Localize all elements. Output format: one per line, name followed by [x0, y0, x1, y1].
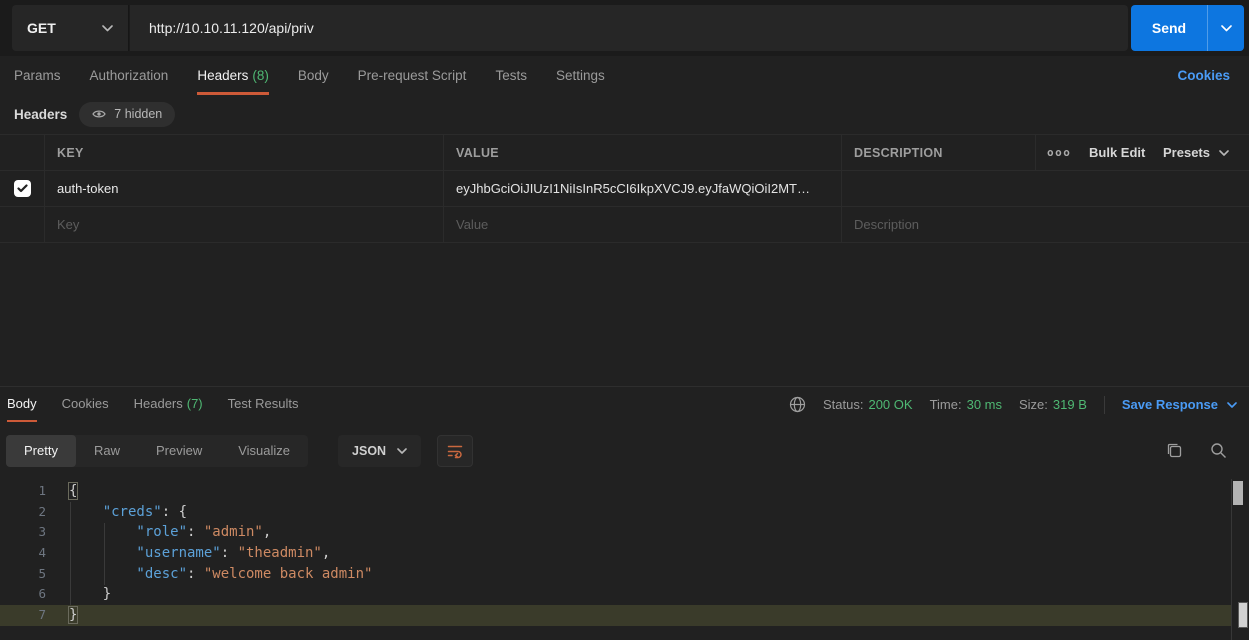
view-mode-pretty[interactable]: Pretty [6, 435, 76, 467]
response-tab-cookies[interactable]: Cookies [62, 387, 109, 422]
header-description-field[interactable] [841, 171, 1249, 206]
scrollbar-track [1231, 479, 1232, 640]
line-number: 7 [0, 605, 46, 626]
more-options-icon[interactable]: ooo [1047, 146, 1071, 159]
search-icon [1210, 442, 1227, 459]
size-badge: Size:319 B [1019, 397, 1087, 412]
line-number: 2 [0, 502, 46, 523]
copy-button[interactable] [1166, 442, 1183, 459]
line-number: 5 [0, 564, 46, 585]
globe-icon [789, 396, 806, 413]
select-column-header [0, 135, 44, 170]
url-input[interactable]: http://10.10.11.120/api/priv [130, 5, 1128, 51]
table-row: auth-token eyJhbGciOiJIUzI1NiIsInR5cCI6I… [0, 171, 1249, 207]
tab-authorization[interactable]: Authorization [90, 59, 169, 95]
headers-section-title: Headers [14, 107, 67, 122]
table-row-empty: Key Value Description [0, 207, 1249, 243]
response-body-editor[interactable]: 1{ 2"creds": { 3"role": "admin", 4"usern… [0, 479, 1249, 640]
code-line: 3"role": "admin", [0, 522, 1231, 543]
column-header-key: KEY [44, 135, 443, 170]
code-line: 4"username": "theadmin", [0, 543, 1231, 564]
response-tab-test-results[interactable]: Test Results [228, 387, 299, 422]
request-bar: GET http://10.10.11.120/api/priv Send [0, 0, 1249, 56]
chevron-down-icon [1219, 150, 1229, 156]
view-mode-preview[interactable]: Preview [138, 435, 220, 467]
chevron-down-icon [1221, 25, 1232, 32]
line-number: 4 [0, 543, 46, 564]
tab-params[interactable]: Params [14, 59, 61, 95]
header-key-field[interactable]: auth-token [44, 171, 443, 206]
search-button[interactable] [1210, 442, 1227, 459]
hidden-headers-toggle[interactable]: 7 hidden [79, 102, 175, 127]
response-header: Body Cookies Headers(7) Test Results Sta… [0, 387, 1249, 422]
method-label: GET [27, 20, 56, 36]
line-number: 3 [0, 522, 46, 543]
eye-icon [92, 109, 106, 119]
hidden-headers-label: 7 hidden [114, 107, 162, 121]
wrap-text-button[interactable] [437, 435, 473, 467]
headers-section-head: Headers 7 hidden [14, 101, 175, 127]
table-controls: ooo Bulk Edit Presets [1035, 135, 1249, 170]
line-number: 1 [0, 481, 46, 502]
view-mode-raw[interactable]: Raw [76, 435, 138, 467]
presets-dropdown[interactable]: Presets [1163, 145, 1229, 160]
page-scrollbar-thumb[interactable] [1238, 602, 1248, 628]
code-line-active: 7} [0, 605, 1231, 626]
header-description-field[interactable]: Description [841, 207, 1249, 242]
row-checkbox[interactable] [14, 180, 31, 197]
save-response-button[interactable]: Save Response [1122, 397, 1237, 412]
indent-guide [70, 502, 71, 605]
send-button[interactable]: Send [1131, 5, 1207, 51]
view-mode-visualize[interactable]: Visualize [220, 435, 308, 467]
tab-settings[interactable]: Settings [556, 59, 605, 95]
code-line: 6} [0, 584, 1231, 605]
method-dropdown[interactable]: GET [12, 5, 129, 51]
response-actions [1166, 442, 1227, 459]
row-select-cell [0, 207, 44, 242]
row-select-cell [0, 171, 44, 206]
tab-tests[interactable]: Tests [495, 59, 527, 95]
indent-guide [104, 523, 105, 585]
code-line: 5"desc": "welcome back admin" [0, 564, 1231, 585]
cookies-link[interactable]: Cookies [1177, 59, 1230, 95]
chevron-down-icon [397, 448, 407, 454]
response-meta: Status:200 OK Time:30 ms Size:319 B Save… [789, 387, 1237, 422]
send-button-group: Send [1131, 5, 1244, 51]
header-value-field[interactable]: Value [443, 207, 841, 242]
request-tabs: Params Authorization Headers(8) Body Pre… [0, 59, 1249, 95]
wrap-text-icon [446, 442, 464, 460]
line-number: 6 [0, 584, 46, 605]
time-badge: Time:30 ms [930, 397, 1002, 412]
code-line: 2"creds": { [0, 502, 1231, 523]
code-line: 1{ [0, 481, 1231, 502]
status-badge: Status:200 OK [823, 397, 913, 412]
headers-count: (8) [252, 68, 269, 83]
tab-body[interactable]: Body [298, 59, 329, 95]
table-header-row: KEY VALUE DESCRIPTION ooo Bulk Edit Pres… [0, 135, 1249, 171]
bulk-edit-button[interactable]: Bulk Edit [1089, 145, 1145, 160]
chevron-down-icon [1227, 402, 1237, 408]
format-dropdown[interactable]: JSON [338, 435, 421, 467]
response-tab-body[interactable]: Body [7, 387, 37, 422]
response-headers-count: (7) [187, 396, 203, 411]
response-view-toolbar: Pretty Raw Preview Visualize JSON [0, 428, 1249, 473]
send-options-button[interactable] [1207, 5, 1244, 51]
response-pane: Body Cookies Headers(7) Test Results Sta… [0, 386, 1249, 640]
url-text: http://10.10.11.120/api/priv [149, 20, 314, 36]
column-header-value: VALUE [443, 135, 841, 170]
tab-pre-request-script[interactable]: Pre-request Script [358, 59, 467, 95]
header-key-field[interactable]: Key [44, 207, 443, 242]
editor-scrollbar-thumb[interactable] [1233, 481, 1243, 505]
check-icon [17, 184, 28, 193]
header-value-field[interactable]: eyJhbGciOiJIUzI1NiIsInR5cCI6IkpXVCJ9.eyJ… [443, 171, 841, 206]
headers-table: KEY VALUE DESCRIPTION ooo Bulk Edit Pres… [0, 134, 1249, 243]
copy-icon [1166, 442, 1183, 459]
chevron-down-icon [102, 25, 113, 32]
divider [1104, 396, 1105, 414]
tab-headers[interactable]: Headers(8) [197, 59, 269, 95]
view-mode-switch: Pretty Raw Preview Visualize [6, 435, 308, 467]
response-tab-headers[interactable]: Headers(7) [134, 387, 203, 422]
column-header-description: DESCRIPTION [841, 135, 1035, 170]
